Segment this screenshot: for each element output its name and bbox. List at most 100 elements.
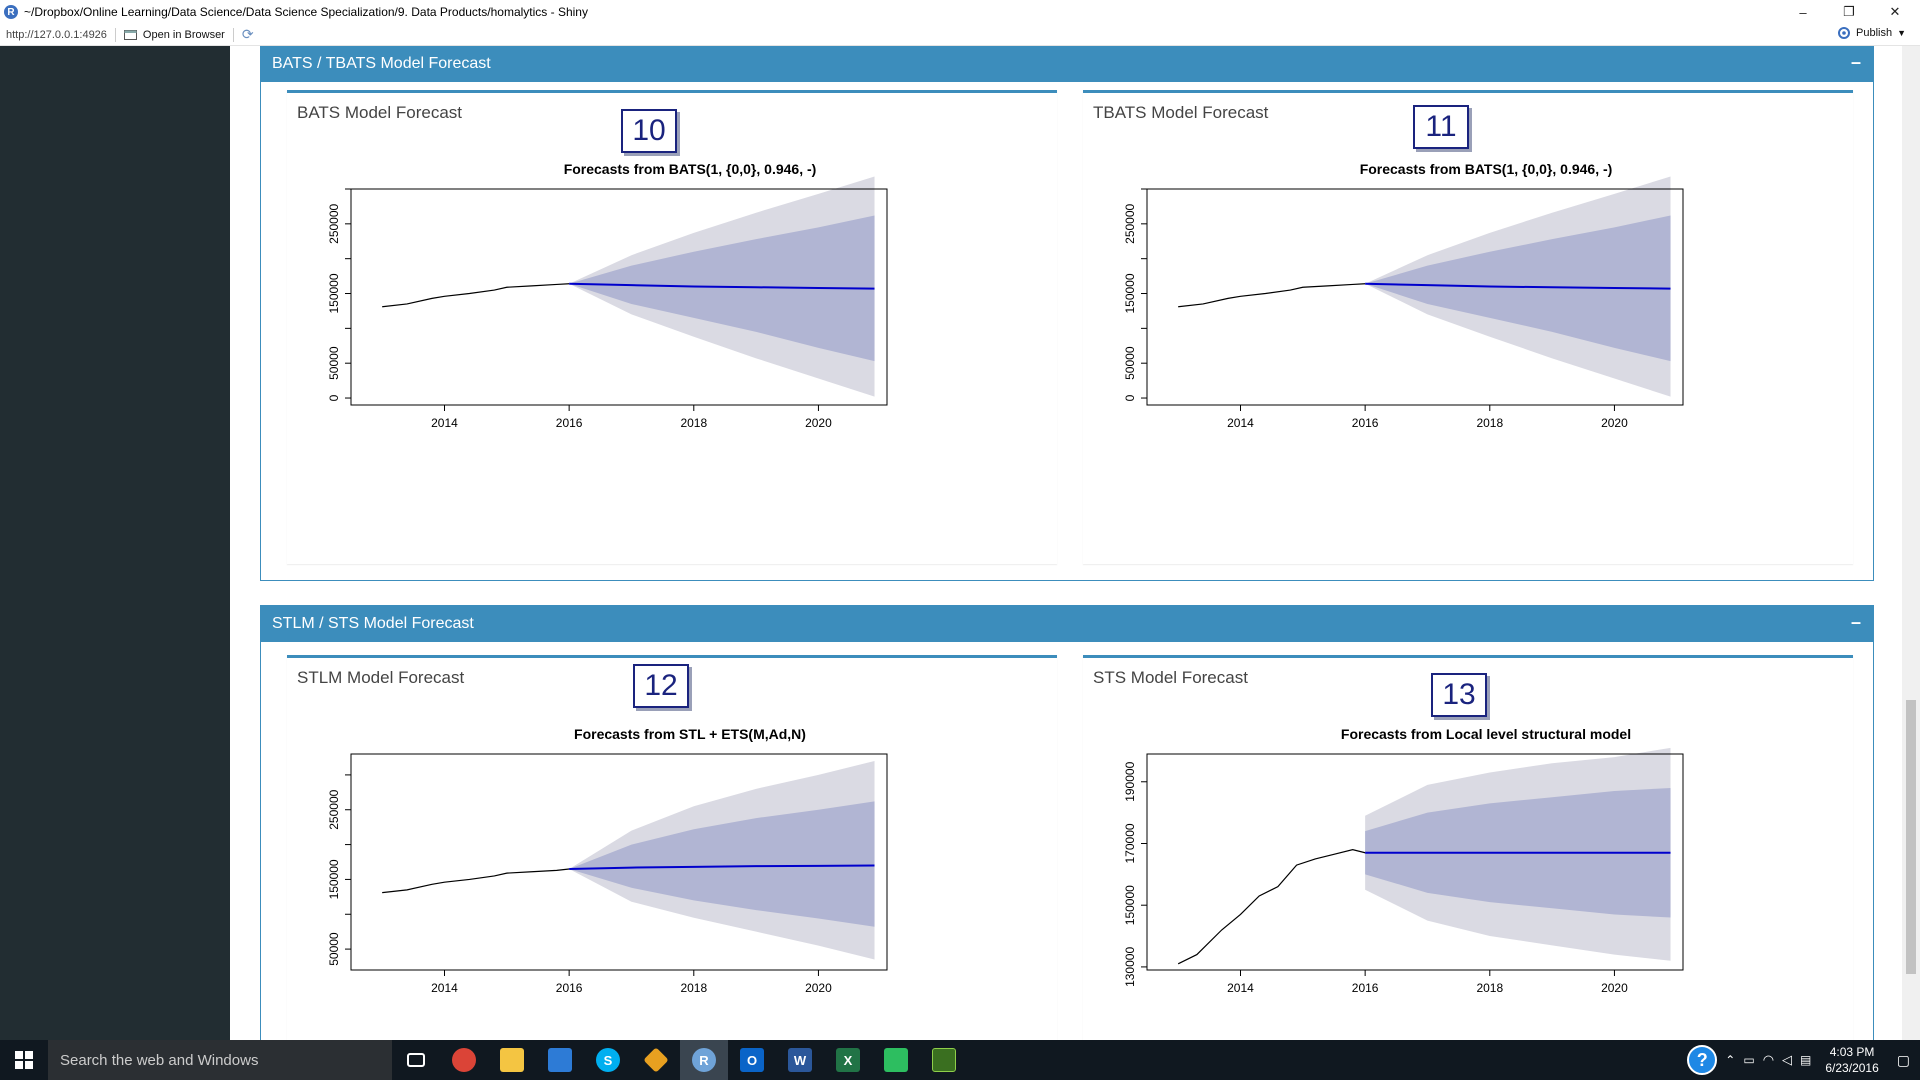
x-tick-label: 2020 xyxy=(805,981,832,995)
y-tick-label: 130000 xyxy=(1123,947,1137,987)
evernote-icon[interactable] xyxy=(872,1040,920,1080)
outlook-icon[interactable]: O xyxy=(728,1040,776,1080)
sts-panel: STS Model Forecast 13 Forecasts from Loc… xyxy=(1083,655,1853,1040)
x-tick-label: 2020 xyxy=(805,416,832,430)
x-tick-label: 2014 xyxy=(431,981,458,995)
open-in-browser-button[interactable]: Open in Browser xyxy=(123,28,225,41)
windows-logo-icon xyxy=(15,1051,33,1069)
x-tick-label: 2020 xyxy=(1601,416,1628,430)
clock-time: 4:03 PM xyxy=(1829,1045,1875,1059)
taskbar-clock[interactable]: 4:03 PM 6/23/2016 xyxy=(1825,1044,1878,1076)
taskbar-search-box[interactable]: Search the web and Windows xyxy=(48,1040,392,1080)
number-badge: 10 xyxy=(621,109,677,153)
windows-start-button[interactable] xyxy=(0,1040,48,1080)
history-line xyxy=(1177,849,1366,965)
toolbar-divider xyxy=(232,27,234,42)
stlm-sts-section: STLM / STS Model Forecast – STLM Model F… xyxy=(260,605,1874,1040)
section-title: BATS / TBATS Model Forecast xyxy=(272,55,491,72)
battery-icon[interactable]: ▭ xyxy=(1743,1053,1754,1067)
chrome-icon[interactable] xyxy=(440,1040,488,1080)
stlm-panel: STLM Model Forecast 12 Forecasts from ST… xyxy=(287,655,1057,1040)
plot-title: Forecasts from Local level structural mo… xyxy=(1341,728,1631,742)
panel-title: BATS Model Forecast xyxy=(297,103,463,122)
terminal-icon[interactable] xyxy=(920,1040,968,1080)
clock-date: 6/23/2016 xyxy=(1825,1061,1879,1075)
panel-title: STS Model Forecast xyxy=(1093,668,1248,687)
forecast-plot: Forecasts from STL + ETS(M,Ad,N) 2014 201… xyxy=(327,728,888,995)
plot-title: Forecasts from STL + ETS(M,Ad,N) xyxy=(574,728,806,742)
collapse-button[interactable]: – xyxy=(1851,52,1861,73)
y-tick-label: 50000 xyxy=(1123,346,1137,380)
y-tick-label: 0 xyxy=(327,394,341,401)
store-icon[interactable] xyxy=(536,1040,584,1080)
y-tick-label: 50000 xyxy=(327,346,341,380)
window-title: ~/Dropbox/Online Learning/Data Science/D… xyxy=(24,5,588,19)
number-badge: 13 xyxy=(1431,673,1487,717)
history-line xyxy=(382,283,570,308)
bats-tbats-section: BATS / TBATS Model Forecast – BATS Model… xyxy=(260,46,1874,581)
task-view-icon[interactable] xyxy=(392,1040,440,1080)
publish-label: Publish xyxy=(1856,27,1893,39)
y-tick-label: 250000 xyxy=(1123,203,1137,243)
x-tick-label: 2018 xyxy=(680,416,707,430)
skype-icon[interactable]: S xyxy=(584,1040,632,1080)
number-badge: 11 xyxy=(1413,105,1469,149)
panel-title: STLM Model Forecast xyxy=(297,668,465,687)
open-in-browser-label: Open in Browser xyxy=(142,28,225,41)
browser-icon xyxy=(123,29,137,40)
chevron-up-icon[interactable]: ⌃ xyxy=(1725,1053,1735,1067)
number-badge: 12 xyxy=(633,664,689,708)
tbats-panel: TBATS Model Forecast 11 Forecasts from B… xyxy=(1083,90,1853,564)
x-tick-label: 2018 xyxy=(1476,981,1503,995)
rstudio-taskbar-icon[interactable]: R xyxy=(680,1040,728,1080)
volume-icon[interactable]: ◁ xyxy=(1782,1052,1792,1068)
y-tick-label: 150000 xyxy=(1123,885,1137,925)
refresh-icon[interactable]: ⟳ xyxy=(242,26,254,43)
collapse-button[interactable]: – xyxy=(1851,612,1861,633)
history-line xyxy=(1178,283,1366,308)
x-tick-label: 2016 xyxy=(1352,416,1379,430)
git-icon[interactable] xyxy=(632,1040,680,1080)
system-tray: ? ⌃ ▭ ◠ ◁ ▤ 4:03 PM 6/23/2016 ▢ xyxy=(1687,1040,1920,1080)
x-tick-label: 2016 xyxy=(1352,981,1379,995)
restore-button[interactable]: ❐ xyxy=(1826,0,1872,24)
vertical-scrollbar[interactable] xyxy=(1902,46,1920,1040)
plot-title: Forecasts from BATS(1, {0,0}, 0.946, -) xyxy=(564,163,817,177)
history-line xyxy=(382,868,570,894)
minimize-button[interactable]: – xyxy=(1780,0,1826,24)
section-title: STLM / STS Model Forecast xyxy=(272,615,474,632)
y-tick-label: 0 xyxy=(1123,394,1137,401)
section-header: STLM / STS Model Forecast – xyxy=(261,606,1873,642)
close-button[interactable]: ✕ xyxy=(1872,0,1918,24)
url-label: http://127.0.0.1:4926 xyxy=(6,28,107,41)
help-label: ? xyxy=(1696,1049,1708,1070)
x-tick-label: 2014 xyxy=(1227,416,1254,430)
word-icon[interactable]: W xyxy=(776,1040,824,1080)
viewer-toolbar: http://127.0.0.1:4926 Open in Browser ⟳ … xyxy=(0,24,1920,46)
y-tick-label: 150000 xyxy=(327,859,341,899)
search-placeholder: Search the web and Windows xyxy=(60,1051,259,1069)
plot-title: Forecasts from BATS(1, {0,0}, 0.946, -) xyxy=(1360,163,1613,177)
scrollbar-thumb[interactable] xyxy=(1906,700,1916,974)
forecast-plot: Forecasts from Local level structural mo… xyxy=(1123,728,1684,995)
chevron-down-icon: ▼ xyxy=(1897,28,1906,38)
y-tick-label: 150000 xyxy=(327,273,341,313)
help-icon[interactable]: ? xyxy=(1687,1045,1718,1075)
file-explorer-icon[interactable] xyxy=(488,1040,536,1080)
forecast-plot: Forecasts from BATS(1, {0,0}, 0.946, -) … xyxy=(327,163,888,430)
keyboard-icon[interactable]: ▤ xyxy=(1800,1053,1811,1067)
main-content: BATS / TBATS Model Forecast – BATS Model… xyxy=(230,46,1902,1040)
x-tick-label: 2016 xyxy=(556,981,583,995)
rstudio-icon: R xyxy=(4,5,18,19)
publish-icon xyxy=(1838,27,1850,39)
y-tick-label: 190000 xyxy=(1123,761,1137,801)
x-tick-label: 2018 xyxy=(1476,416,1503,430)
excel-icon[interactable]: X xyxy=(824,1040,872,1080)
window-titlebar: R ~/Dropbox/Online Learning/Data Science… xyxy=(0,0,1920,24)
notifications-icon[interactable]: ▢ xyxy=(1897,1052,1910,1069)
sidebar xyxy=(0,46,230,1040)
x-tick-label: 2020 xyxy=(1601,981,1628,995)
publish-button[interactable]: Publish ▼ xyxy=(1837,27,1906,39)
y-tick-label: 50000 xyxy=(327,932,341,966)
wifi-icon[interactable]: ◠ xyxy=(1763,1052,1774,1068)
